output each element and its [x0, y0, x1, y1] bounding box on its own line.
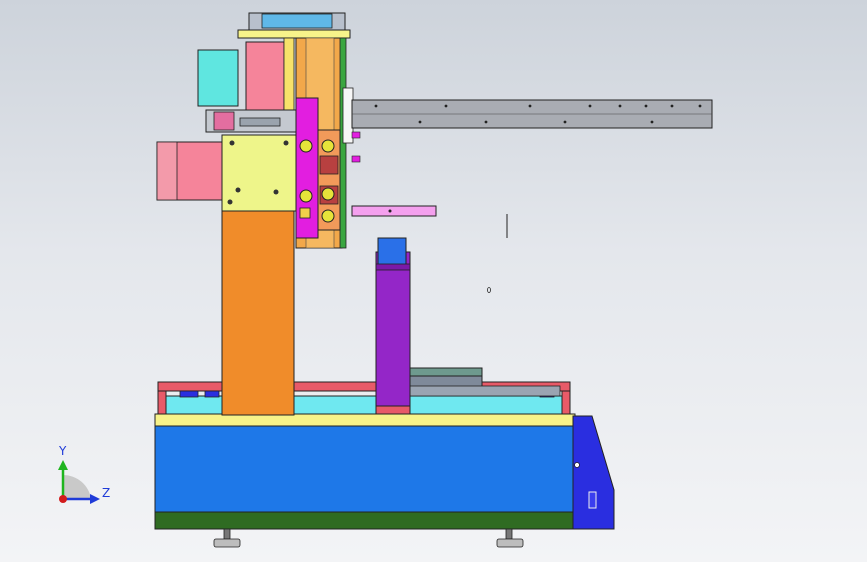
- cyan-motor: [197, 49, 239, 107]
- cad-viewport[interactable]: Y Z: [0, 0, 867, 562]
- triad-origin: [59, 495, 67, 503]
- base-rail-left-post: [157, 390, 167, 416]
- base-green-bottom: [154, 511, 576, 530]
- roller-5: [321, 209, 335, 223]
- end-plate-hole: [574, 462, 580, 468]
- y-axis-label: Y: [58, 444, 67, 458]
- base-end-plate: [572, 415, 615, 530]
- purple-column: [375, 237, 411, 415]
- horizontal-arm: [351, 99, 713, 129]
- pink-bar: [351, 205, 437, 217]
- z-axis-label: Z: [102, 486, 110, 500]
- base-yellow-plate: [154, 413, 576, 427]
- base-blue-body: [154, 425, 576, 513]
- carriage-plate: [221, 134, 297, 212]
- base-rail-right-post: [561, 390, 571, 416]
- z-axis-arrow: [90, 494, 100, 504]
- roller-2: [299, 189, 313, 203]
- foot-left: [213, 528, 241, 548]
- y-axis-arrow: [58, 460, 68, 470]
- pink-motor-top: [245, 41, 285, 111]
- end-plate-slot: [588, 491, 597, 509]
- axis-triad: Y Z: [58, 444, 110, 504]
- orange-column: [221, 209, 295, 416]
- machine-drawing: Y Z: [58, 12, 713, 548]
- roller-1: [299, 139, 313, 153]
- base-small-block-left: [179, 390, 199, 398]
- base-small-block-left2: [204, 390, 220, 398]
- roller-4: [321, 187, 335, 201]
- foot-right: [496, 528, 524, 548]
- roller-3: [321, 139, 335, 153]
- construction-point: [487, 287, 491, 293]
